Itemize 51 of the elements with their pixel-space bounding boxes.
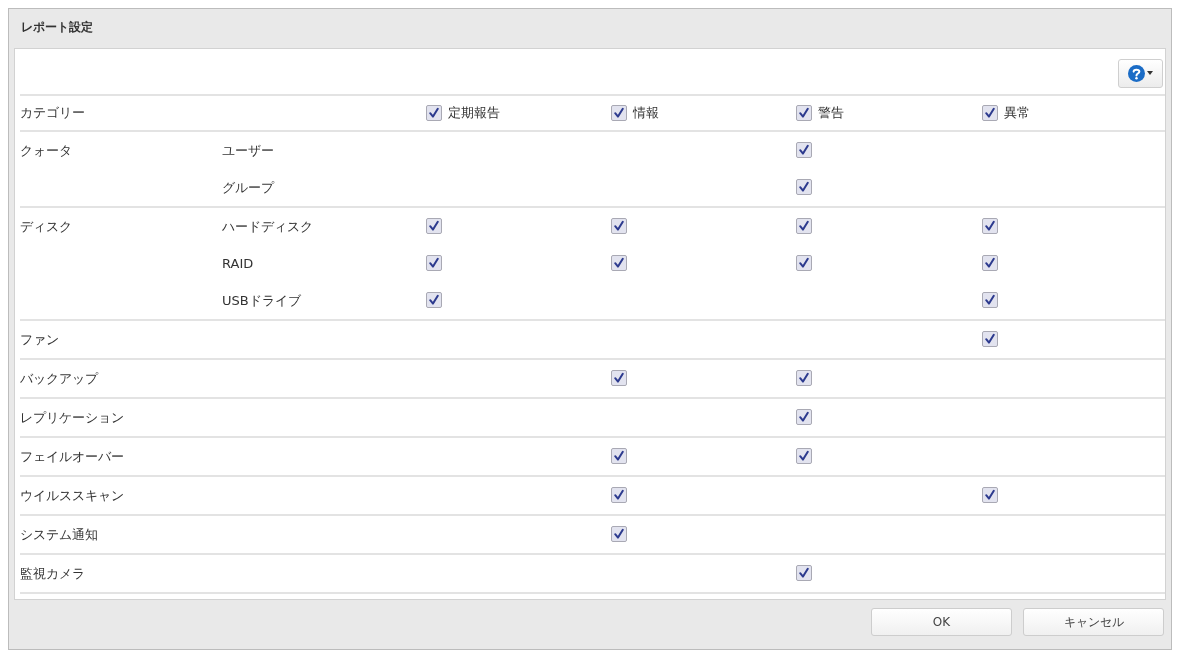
- checkbox[interactable]: [611, 104, 627, 121]
- category-label: フェイルオーバー: [20, 448, 124, 464]
- checkbox[interactable]: [611, 370, 627, 387]
- checkbox[interactable]: [982, 218, 998, 235]
- checkbox[interactable]: [796, 218, 812, 235]
- category-label: ファン: [20, 331, 59, 347]
- checkbox[interactable]: [611, 255, 627, 272]
- checkbox[interactable]: [426, 255, 442, 272]
- subcategory-label: ハードディスク: [222, 218, 313, 234]
- checkbox[interactable]: [982, 292, 998, 309]
- checkbox[interactable]: [796, 179, 812, 196]
- subcategory-label: USBドライブ: [222, 292, 301, 308]
- subcategory-label: RAID: [222, 255, 254, 271]
- category-label: バックアップ: [20, 370, 98, 386]
- checkbox[interactable]: [796, 142, 812, 159]
- checkbox[interactable]: [796, 448, 812, 465]
- checkbox-label: 異常: [1004, 104, 1030, 123]
- checkbox[interactable]: [611, 218, 627, 235]
- column-header: カテゴリー: [20, 104, 86, 123]
- subcategory-label: グループ: [222, 179, 274, 195]
- checkbox-label: 情報: [633, 104, 659, 123]
- checkbox[interactable]: [796, 409, 812, 426]
- checkbox[interactable]: [611, 526, 627, 543]
- checkbox[interactable]: [796, 565, 812, 582]
- dialog-title: レポート設定: [21, 19, 93, 37]
- category-label: ディスク: [20, 217, 72, 236]
- help-icon: [1128, 64, 1145, 82]
- category-label: 監視カメラ: [20, 565, 85, 581]
- checkbox[interactable]: [982, 487, 998, 504]
- checkbox[interactable]: [611, 487, 627, 504]
- checkbox[interactable]: [426, 292, 442, 309]
- checkbox[interactable]: [796, 104, 812, 121]
- checkbox[interactable]: [982, 255, 998, 272]
- ok-button[interactable]: OK: [871, 608, 1012, 637]
- checkbox[interactable]: [611, 448, 627, 465]
- caret-icon: [1147, 71, 1153, 76]
- checkbox[interactable]: [426, 104, 442, 121]
- checkbox-label: 定期報告: [448, 104, 500, 123]
- category-label: ウイルススキャン: [20, 487, 124, 503]
- category-label: クォータ: [20, 141, 72, 160]
- checkbox-label: 警告: [818, 104, 844, 123]
- help-button[interactable]: [1118, 58, 1163, 88]
- category-label: システム通知: [20, 526, 98, 542]
- checkbox[interactable]: [982, 104, 998, 121]
- subcategory-label: ユーザー: [222, 142, 274, 158]
- checkbox[interactable]: [796, 370, 812, 387]
- category-label: レプリケーション: [20, 409, 124, 425]
- checkbox[interactable]: [982, 331, 998, 348]
- cancel-button[interactable]: キャンセル: [1023, 608, 1164, 637]
- checkbox[interactable]: [426, 218, 442, 235]
- checkbox[interactable]: [796, 255, 812, 272]
